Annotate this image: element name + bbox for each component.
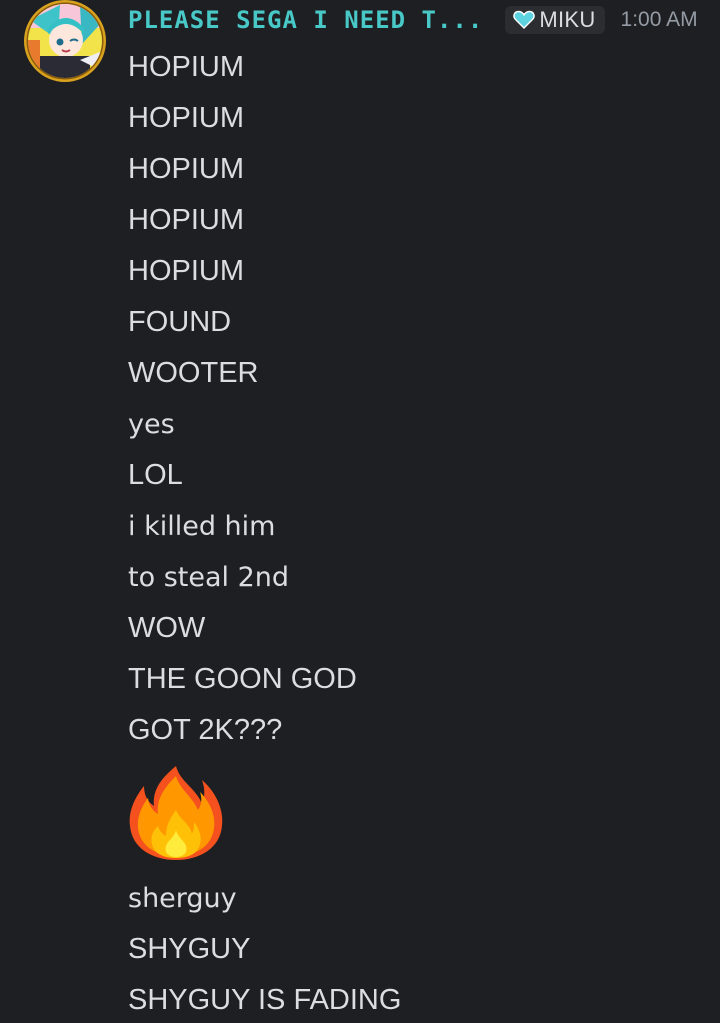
message-line[interactable]: HOPIUM [128,42,710,93]
message-line[interactable]: SHYGUY IS FADING [128,975,710,1023]
heart-icon [513,10,536,29]
avatar-image [24,0,106,82]
message-line[interactable]: FOUND [128,297,710,348]
message-line[interactable]: to steal 2nd [128,552,710,603]
message-line[interactable]: SHYGUY [128,924,710,975]
timestamp[interactable]: 1:00 AM [621,8,698,32]
message-line[interactable]: WOW [128,603,710,654]
role-tag[interactable]: MIKU [505,6,605,34]
message-line[interactable]: HOPIUM [128,93,710,144]
message-line[interactable]: HOPIUM [128,246,710,297]
message-line[interactable]: yes [128,399,710,450]
message-line[interactable]: HOPIUM [128,195,710,246]
message-line[interactable]: WOOTER [128,348,710,399]
username[interactable]: PLEASE SEGA I NEED T... [128,6,483,34]
fire-emoji [129,766,223,860]
message-header: PLEASE SEGA I NEED T... MIKU 1:00 AM [128,2,698,38]
message-line[interactable]: GOT 2K??? [128,705,710,756]
message-list: HOPIUM HOPIUM HOPIUM HOPIUM HOPIUM FOUND… [128,42,710,1023]
message-line[interactable]: sherguy [128,873,710,924]
emoji-message[interactable] [128,756,710,873]
avatar[interactable] [20,0,110,84]
message-line[interactable]: THE GOON GOD [128,654,710,705]
message-line[interactable]: i killed him [128,501,710,552]
role-tag-label: MIKU [539,6,596,32]
message-line[interactable]: HOPIUM [128,144,710,195]
message-line[interactable]: LOL [128,450,710,501]
